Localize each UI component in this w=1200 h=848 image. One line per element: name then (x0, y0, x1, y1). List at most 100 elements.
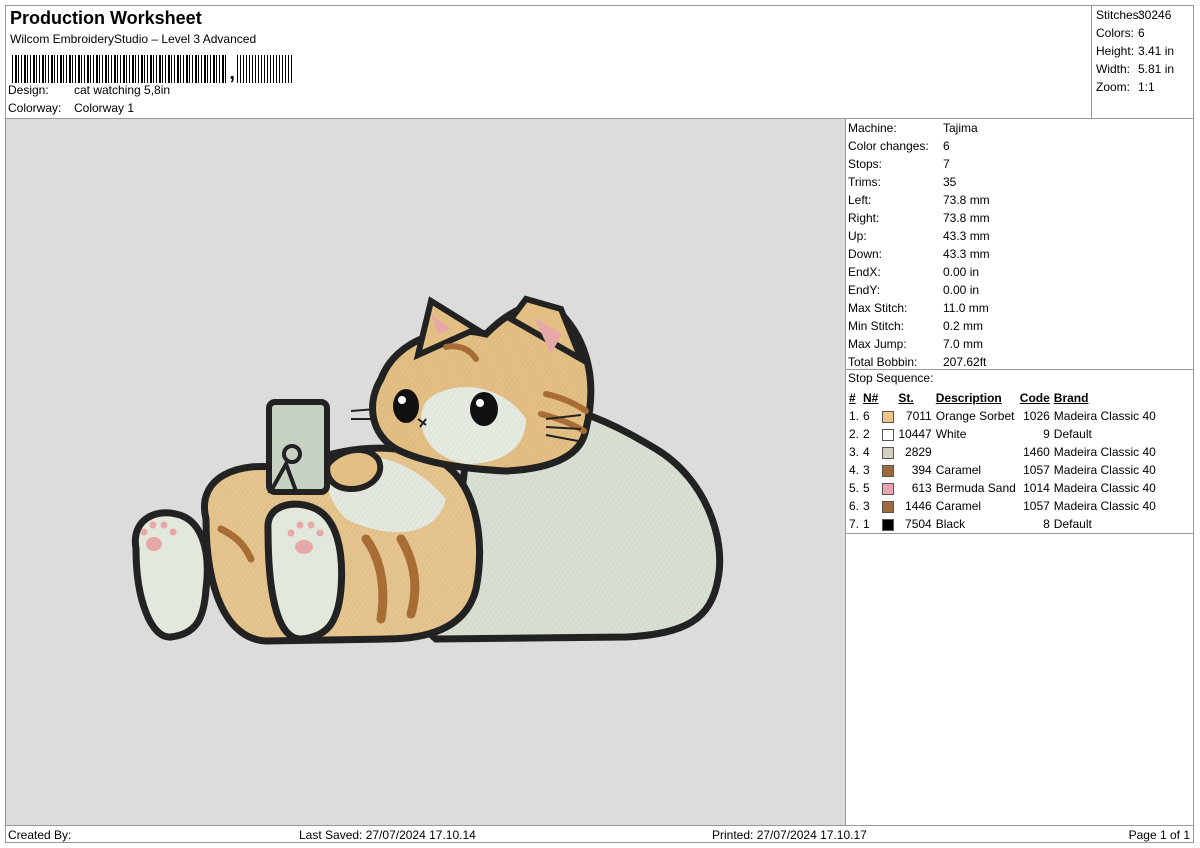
stop-stitches: 1446 (905, 499, 932, 513)
stop-needle: 1 (863, 517, 870, 531)
color-swatch (882, 518, 895, 531)
stop-row: 6. 3 1446 Caramel 1057 Madeira Classic 40 (847, 497, 1158, 515)
info-value: Tajima (943, 121, 978, 135)
barcode: , (12, 51, 292, 83)
summary-label: Width: (1096, 62, 1131, 76)
summary-panel: Stitches:30246 Colors: 6 Height: 3.41 in Widt… (1091, 6, 1195, 118)
color-swatch-cell (880, 407, 896, 425)
color-swatch-cell (880, 479, 896, 497)
stop-row: 5. 5 613 Bermuda Sand 1014 Madeira Classic 40 (847, 479, 1158, 497)
stop-row: 2. 2 10447 White 9 Default (847, 425, 1158, 443)
stop-stitches: 613 (911, 481, 932, 495)
design-preview (6, 119, 846, 825)
stop-brand: Default (1053, 517, 1092, 531)
stop-row: 1. 6 7011 Orange Sorbet 1026 Madeira Classic … (847, 407, 1158, 425)
info-value: 35 (943, 175, 957, 189)
stop-code: 1057 (1023, 463, 1050, 477)
stop-needle: 3 (863, 463, 870, 477)
col-needle: N# (863, 391, 879, 405)
barcode-bars-end (236, 55, 292, 83)
stop-description: Caramel (935, 463, 982, 477)
stop-needle: 4 (863, 445, 870, 459)
color-swatch (882, 410, 895, 423)
info-value: 7 (943, 157, 950, 171)
stop-num: 3. (849, 445, 860, 459)
stop-num: 4. (849, 463, 860, 477)
design-row: Design: cat watching 5,8in (8, 83, 170, 97)
stop-needle: 2 (863, 427, 870, 441)
footer: Created By: Last Saved: 27/07/2024 17.10… (6, 825, 1194, 844)
info-value: 0.00 in (943, 283, 980, 297)
info-value: 73.8 mm (943, 193, 990, 207)
summary-label: Height: (1096, 44, 1135, 58)
design-value: cat watching 5,8in (74, 83, 171, 97)
stop-num: 1. (849, 409, 860, 423)
machine-info-row: EndX: 0.00 in (846, 263, 1194, 281)
summary-value: 30246 (1138, 8, 1172, 22)
stop-brand: Default (1053, 427, 1092, 441)
machine-info-row: Max Jump: 7.0 mm (846, 335, 1194, 353)
info-value: 43.3 mm (943, 247, 990, 261)
machine-info-row: EndY: 0.00 in (846, 281, 1194, 299)
stop-code: 1026 (1023, 409, 1050, 423)
info-value: 0.00 in (943, 265, 980, 279)
info-label: Stops: (848, 157, 883, 171)
stop-needle: 5 (863, 481, 870, 495)
stop-description: Black (935, 517, 966, 531)
info-label: Min Stitch: (848, 319, 905, 333)
stop-row: 7. 1 7504 Black 8 Default (847, 515, 1158, 533)
summary-label: Zoom: (1096, 80, 1131, 94)
info-label: Machine: (848, 121, 897, 135)
machine-info-row: Trims: 35 (846, 173, 1194, 191)
stop-row: 4. 3 394 Caramel 1057 Madeira Classic 40 (847, 461, 1158, 479)
color-swatch-cell (880, 425, 896, 443)
machine-info-row: Color changes: 6 (846, 137, 1194, 155)
machine-info-row: Down: 43.3 mm (846, 245, 1194, 263)
worksheet-header: Production Worksheet Wilcom EmbroiderySt… (6, 6, 1091, 118)
summary-label: Colors: (1096, 26, 1135, 40)
summary-value: 1:1 (1138, 80, 1155, 94)
color-swatch-cell (880, 443, 896, 461)
info-label: EndY: (848, 283, 881, 297)
stop-num: 6. (849, 499, 860, 513)
color-swatch (882, 446, 895, 459)
stop-brand: Madeira Classic 40 (1053, 499, 1156, 513)
summary-value: 3.41 in (1138, 44, 1175, 58)
info-value: 207.62ft (943, 355, 987, 369)
summary-label: Stitches: (1096, 8, 1143, 22)
col-description: Description (935, 391, 1002, 405)
info-value: 0.2 mm (943, 319, 984, 333)
stop-sequence-table: # N# St. Description Code Brand 1. 6 7011 O… (847, 389, 1158, 533)
page-title: Production Worksheet (10, 8, 202, 28)
stop-description: Caramel (935, 499, 982, 513)
stop-brand: Madeira Classic 40 (1053, 445, 1156, 459)
summary-value: 6 (1138, 26, 1145, 40)
col-code: Code (1019, 391, 1050, 405)
info-value: 43.3 mm (943, 229, 990, 243)
stop-code: 1057 (1023, 499, 1050, 513)
stop-needle: 3 (863, 499, 870, 513)
info-label: Left: (848, 193, 872, 207)
col-num: # (849, 391, 856, 405)
stop-sequence-title: Stop Sequence: (848, 371, 934, 385)
stop-code: 1460 (1023, 445, 1050, 459)
info-label: Up: (848, 229, 867, 243)
printed-date: Printed: 27/07/2024 17.10.17 (712, 828, 867, 842)
page-number: Page 1 of 1 (1128, 828, 1190, 842)
stop-brand: Madeira Classic 40 (1053, 409, 1156, 423)
col-stitches: St. (898, 391, 914, 405)
design-label: Design: (8, 83, 49, 97)
colorway-row: Colorway: Colorway 1 (8, 101, 134, 115)
machine-info-row: Machine: Tajima (846, 119, 1194, 137)
info-value: 11.0 mm (943, 301, 989, 315)
stop-description: Bermuda Sand (935, 481, 1016, 495)
info-label: Max Jump: (848, 337, 907, 351)
stop-code: 9 (1043, 427, 1050, 441)
color-swatch (882, 428, 895, 441)
software-name: Wilcom EmbroideryStudio – Level 3 Advanc… (10, 32, 257, 46)
stop-stitches: 7011 (905, 409, 932, 423)
info-label: Max Stitch: (848, 301, 908, 315)
summary-row: Colors: 6 (1092, 24, 1195, 42)
summary-row: Zoom: 1:1 (1092, 78, 1195, 96)
stop-num: 2. (849, 427, 860, 441)
